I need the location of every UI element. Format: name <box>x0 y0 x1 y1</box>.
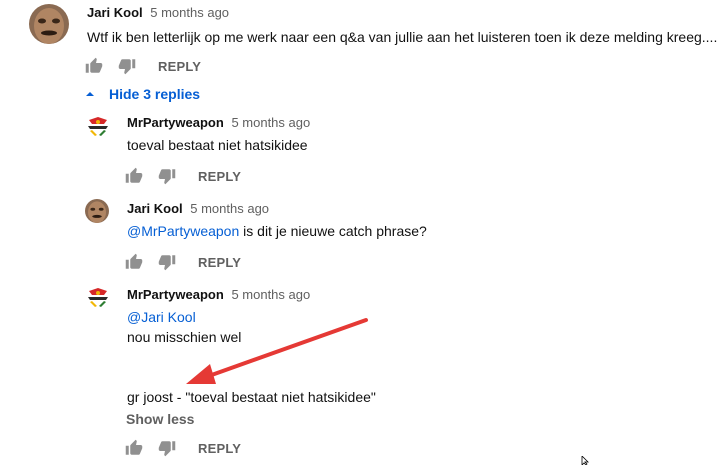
comment-actions: REPLY <box>125 166 241 186</box>
comment-header: Jari Kool 5 months ago <box>127 201 269 217</box>
author-name[interactable]: MrPartyweapon <box>127 115 224 130</box>
mention-link: @Jari Kool <box>127 307 196 327</box>
comment-actions: REPLY <box>125 252 241 272</box>
mention-link[interactable]: @Jari Kool <box>127 309 196 325</box>
comment-timestamp[interactable]: 5 months ago <box>190 201 269 216</box>
mention-link[interactable]: @MrPartyweapon <box>127 223 239 239</box>
reply-button[interactable]: REPLY <box>198 255 241 270</box>
thumb-down-icon[interactable] <box>158 439 176 457</box>
reply-button[interactable]: REPLY <box>198 169 241 184</box>
reply-button[interactable]: REPLY <box>198 441 241 456</box>
avatar-mrpartyweapon[interactable] <box>86 285 110 309</box>
show-less-button[interactable]: Show less <box>126 411 194 427</box>
author-name[interactable]: Jari Kool <box>87 5 143 20</box>
mouse-cursor-icon <box>581 456 589 465</box>
author-name[interactable]: Jari Kool <box>127 201 183 216</box>
avatar-mrpartyweapon[interactable] <box>86 114 110 138</box>
comment-body-line: nou misschien wel <box>127 329 242 345</box>
comment-timestamp[interactable]: 5 months ago <box>231 287 310 302</box>
comment-thread: Jari Kool 5 months ago Wtf ik ben letter… <box>0 0 721 465</box>
comment-actions: REPLY <box>85 56 201 76</box>
comment-body: toeval bestaat niet hatsikidee <box>127 137 308 153</box>
thumb-up-icon[interactable] <box>85 57 103 75</box>
comment-body-text: is dit je nieuwe catch phrase? <box>239 223 427 239</box>
thumb-down-icon[interactable] <box>118 57 136 75</box>
thumb-up-icon[interactable] <box>125 439 143 457</box>
avatar-jari-kool[interactable] <box>29 4 69 44</box>
comment-body: @MrPartyweapon is dit je nieuwe catch ph… <box>127 221 427 241</box>
comment-timestamp[interactable]: 5 months ago <box>150 5 229 20</box>
author-name[interactable]: MrPartyweapon <box>127 287 224 302</box>
caret-up-icon <box>86 92 94 96</box>
hide-replies-label: Hide 3 replies <box>109 86 201 102</box>
thumb-down-icon[interactable] <box>158 167 176 185</box>
comment-body: Wtf ik ben letterlijk op me werk naar ee… <box>87 29 718 45</box>
thumb-up-icon[interactable] <box>125 167 143 185</box>
comment-header: Jari Kool 5 months ago <box>87 5 229 21</box>
comment-header: MrPartyweapon 5 months ago <box>127 115 310 131</box>
reply-button[interactable]: REPLY <box>158 59 201 74</box>
avatar-jari-kool[interactable] <box>85 199 109 223</box>
comment-body-line: gr joost - "toeval bestaat niet hatsikid… <box>127 389 376 405</box>
comment-timestamp[interactable]: 5 months ago <box>231 115 310 130</box>
thumb-up-icon[interactable] <box>125 253 143 271</box>
hide-replies-button[interactable]: Hide 3 replies <box>85 85 200 103</box>
comment-header: MrPartyweapon 5 months ago <box>127 287 310 303</box>
thumb-down-icon[interactable] <box>158 253 176 271</box>
comment-actions: REPLY <box>125 438 241 458</box>
